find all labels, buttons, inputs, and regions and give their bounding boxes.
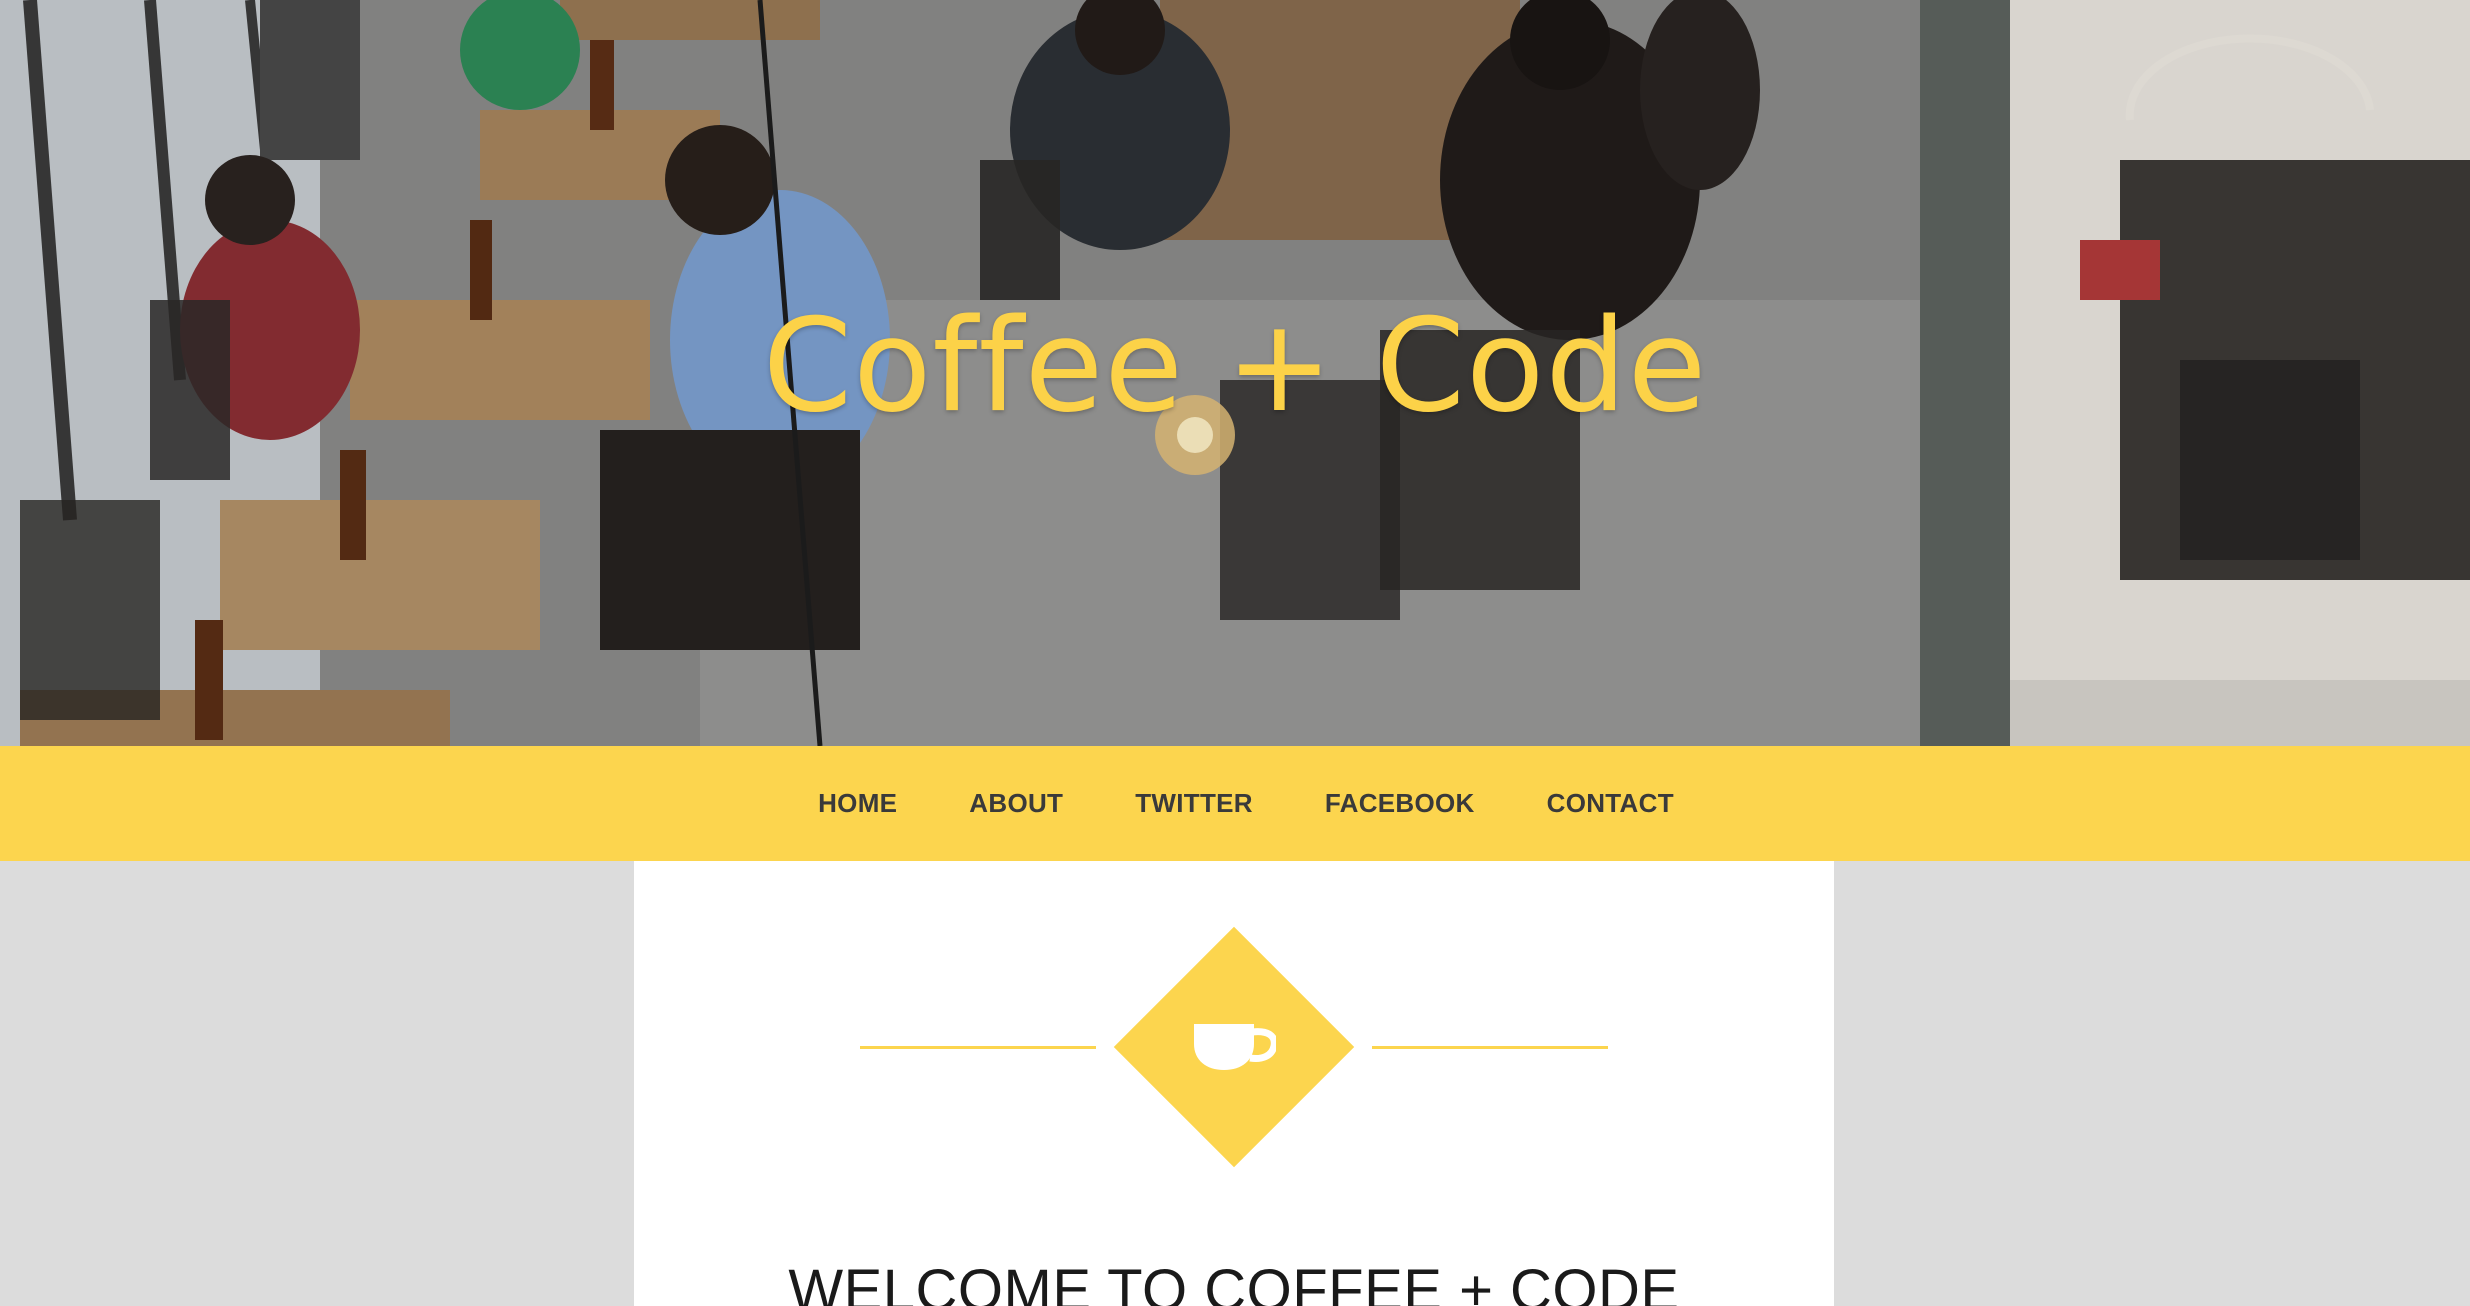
- hero-banner: Coffee + Code: [0, 0, 2470, 746]
- diamond-emblem: [1113, 926, 1355, 1168]
- coffee-cup-icon: [1194, 1024, 1276, 1070]
- nav-list: HOME ABOUT TWITTER FACEBOOK CONTACT: [782, 788, 1710, 819]
- welcome-heading: WELCOME TO COFFEE + CODE: [788, 1258, 1680, 1306]
- content-card: WELCOME TO COFFEE + CODE: [634, 861, 1834, 1306]
- nav-item-contact[interactable]: CONTACT: [1511, 788, 1710, 819]
- nav-item-twitter[interactable]: TWITTER: [1099, 788, 1289, 819]
- site-title: Coffee + Code: [762, 292, 1708, 441]
- nav-item-about[interactable]: ABOUT: [933, 788, 1099, 819]
- page: Coffee + Code HOME ABOUT TWITTER FACEBOO…: [0, 0, 2470, 1306]
- nav-item-facebook[interactable]: FACEBOOK: [1289, 788, 1511, 819]
- main-navigation: HOME ABOUT TWITTER FACEBOOK CONTACT: [0, 746, 2470, 861]
- divider-line-left: [860, 1046, 1096, 1049]
- divider-line-right: [1372, 1046, 1608, 1049]
- nav-item-home[interactable]: HOME: [782, 788, 933, 819]
